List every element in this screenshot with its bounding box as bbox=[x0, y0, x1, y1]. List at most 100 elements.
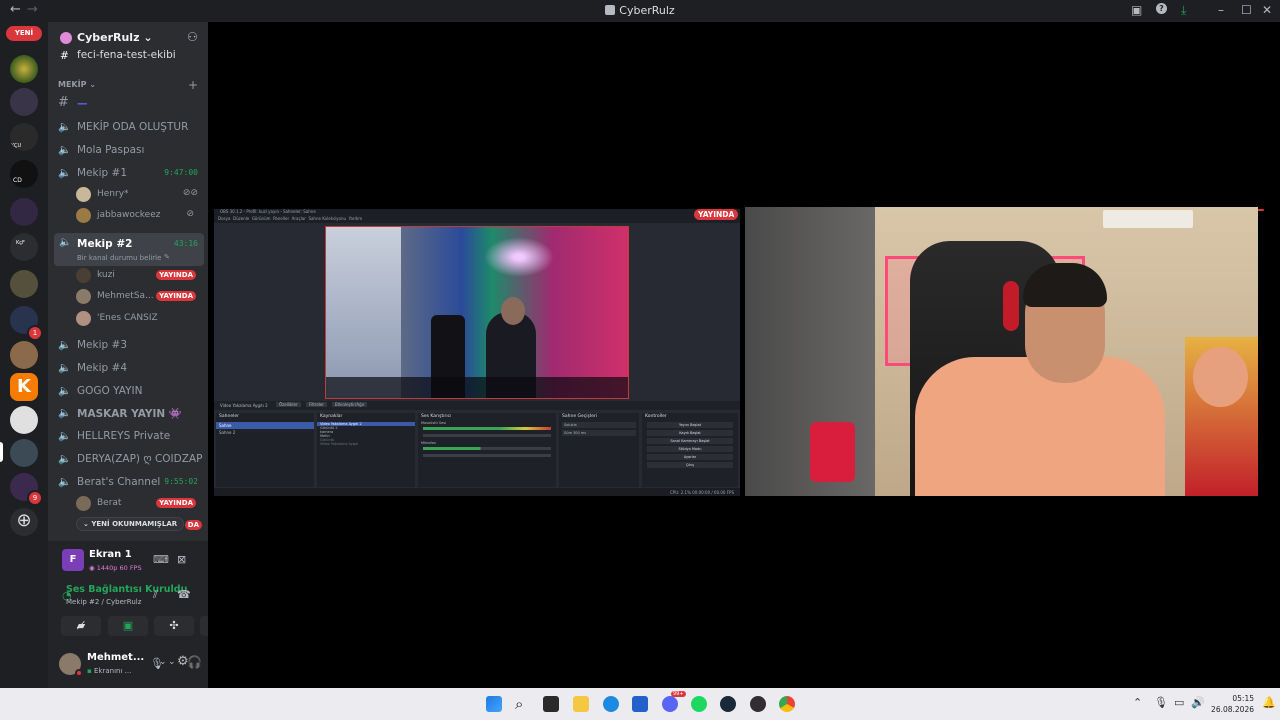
steam-icon[interactable] bbox=[720, 696, 736, 712]
file-explorer-icon[interactable] bbox=[573, 696, 589, 712]
wardrobe bbox=[326, 227, 401, 398]
status-dot bbox=[75, 669, 83, 677]
person-hair bbox=[1023, 263, 1107, 307]
live-badge-partial: DA bbox=[184, 520, 202, 530]
voice-user[interactable]: Berat YAYINDA bbox=[76, 494, 202, 513]
voice-channel[interactable]: 🔈 Mekip #1 9:47:00 bbox=[56, 163, 202, 183]
text-channel[interactable]: # — bbox=[56, 94, 202, 114]
chevron-down-icon[interactable]: ⌄ bbox=[159, 657, 167, 667]
server-icon[interactable] bbox=[10, 406, 38, 434]
voice-channel[interactable]: 🔈 Berat's Channel 9:55:02 bbox=[56, 472, 202, 492]
screen-share-button[interactable]: ▣ bbox=[108, 616, 148, 636]
chevron-up-icon[interactable]: ⌃ bbox=[1133, 696, 1142, 709]
maximize-icon[interactable]: ☐ bbox=[1241, 3, 1252, 17]
obs-icon[interactable] bbox=[750, 696, 766, 712]
chevron-down-icon: ⌄ bbox=[89, 80, 96, 89]
camera-off-button[interactable]: ▰̸ bbox=[61, 616, 101, 636]
server-icon[interactable] bbox=[10, 88, 38, 116]
light-garland bbox=[484, 237, 554, 277]
voice-user[interactable]: kuzi YAYINDA bbox=[76, 266, 202, 285]
channel-partial[interactable]: # feci-fena-test-ekibi bbox=[56, 48, 202, 62]
user-status: ▪ Ekranını ... bbox=[87, 667, 132, 675]
volume-slider[interactable] bbox=[423, 454, 551, 457]
voice-channel-selected[interactable]: 🔈 Mekip #2 43:16 Bir kanal durumu belirl… bbox=[54, 233, 204, 266]
obs-dock-mixer: Ses Karıştırıcı Masaüstü Sesi Mikrofon bbox=[418, 413, 556, 487]
add-channel-icon[interactable]: + bbox=[188, 78, 198, 92]
network-icon[interactable]: ▭ bbox=[1174, 696, 1184, 709]
chrome-icon[interactable] bbox=[779, 696, 795, 712]
category-header[interactable]: MEKİP ⌄ bbox=[58, 80, 96, 89]
help-icon[interactable]: ? bbox=[1156, 3, 1167, 14]
window-titlebar: ← → CyberRulz ▣ ? ⤓ – ☐ ✕ bbox=[0, 0, 1280, 22]
camera-off-icon: ▰̸ bbox=[76, 619, 86, 632]
chevron-down-icon: ⌄ bbox=[143, 31, 153, 44]
new-pill[interactable]: YENİ bbox=[6, 26, 42, 41]
server-icon[interactable] bbox=[10, 341, 38, 369]
add-friend-icon[interactable]: ⚇ bbox=[187, 30, 198, 44]
speaker-icon: 🔈 bbox=[58, 362, 72, 374]
notifications-icon[interactable]: 🔔 bbox=[1262, 696, 1276, 709]
stream-panel: F Ekran 1 ◉ 1440p 60 FPS ⌨ ⊠ bbox=[53, 545, 203, 579]
stream-tile-obs[interactable]: OBS 30.1.2 - Profil: kuzi yayın - Sahnel… bbox=[214, 209, 740, 496]
voice-user[interactable]: MehmetSa... YAYINDA bbox=[76, 287, 202, 306]
settings-gear-icon[interactable]: ⚙ bbox=[177, 654, 189, 669]
selected-server-indicator bbox=[0, 442, 3, 462]
inbox-icon[interactable]: ▣ bbox=[1131, 3, 1142, 17]
server-icon[interactable]: KÇU bbox=[10, 123, 38, 151]
voice-channel[interactable]: 🔈 MEKİP ODA OLUŞTUR bbox=[56, 117, 202, 137]
speaker-icon: 🔈 bbox=[59, 237, 72, 248]
stream-tile-webcam[interactable] bbox=[745, 207, 1258, 496]
voice-user[interactable]: jabbawockeez ⊘ bbox=[76, 206, 202, 225]
voice-channel[interactable]: 🔈 Mola Paspası bbox=[56, 140, 202, 160]
avatar bbox=[76, 496, 91, 511]
voice-channel[interactable]: 🔈 Mekip #3 bbox=[56, 335, 202, 355]
server-icon[interactable]: KçF bbox=[10, 233, 38, 261]
voice-channel[interactable]: 🔈 DERYA(ZAP) ღ COIDZAP bbox=[56, 449, 202, 469]
noise-suppression-icon[interactable]: ⫽ bbox=[153, 588, 158, 602]
spotify-icon[interactable] bbox=[691, 696, 707, 712]
server-icon[interactable] bbox=[10, 439, 38, 467]
gamepad-icon[interactable]: ⌨ bbox=[153, 553, 169, 566]
headphones-icon[interactable]: 🎧 bbox=[187, 655, 202, 669]
activities-button[interactable]: ✣ bbox=[154, 616, 194, 636]
voice-user[interactable]: Henry* ⊘⊘ bbox=[76, 185, 202, 204]
minimize-icon[interactable]: – bbox=[1218, 3, 1224, 17]
server-icon[interactable]: CD bbox=[10, 160, 38, 188]
server-rail: YENİ KÇU CD KçF 1 K 9 ⊕ bbox=[0, 22, 48, 688]
stop-stream-icon[interactable]: ⊠ bbox=[177, 553, 186, 566]
person-shirt bbox=[915, 357, 1165, 496]
clock[interactable]: 05:15 26.08.2026 bbox=[1210, 693, 1254, 715]
volume-icon[interactable]: 🔊 bbox=[1191, 696, 1205, 709]
edge-icon[interactable] bbox=[603, 696, 619, 712]
store-icon[interactable] bbox=[632, 696, 648, 712]
disconnect-icon[interactable]: ☎ bbox=[177, 588, 191, 601]
search-icon[interactable]: ⌕ bbox=[515, 696, 531, 712]
server-icon[interactable] bbox=[10, 270, 38, 298]
microphone-icon[interactable]: 🎙 bbox=[1154, 696, 1168, 709]
obs-titlebar: OBS 30.1.2 - Profil: kuzi yayın - Sahnel… bbox=[214, 209, 740, 216]
add-server-icon[interactable]: ⊕ bbox=[10, 508, 38, 536]
task-view-icon[interactable] bbox=[543, 696, 559, 712]
server-icon[interactable]: K bbox=[10, 373, 38, 401]
speaker-icon: 🔈 bbox=[58, 385, 72, 397]
start-icon[interactable] bbox=[486, 696, 502, 712]
volume-slider[interactable] bbox=[423, 434, 551, 437]
air-conditioner bbox=[1103, 210, 1193, 228]
avatar bbox=[76, 187, 91, 202]
new-unreads-pill[interactable]: ⌄ YENİ OKUNMAMIŞLAR bbox=[76, 517, 185, 531]
voice-channel[interactable]: 🔈 GOGO YAYIN bbox=[56, 381, 202, 401]
speaker-icon: 🔈 bbox=[58, 430, 72, 442]
activities-icon: ✣ bbox=[169, 619, 179, 632]
chevron-down-icon[interactable]: ⌄ bbox=[168, 657, 176, 667]
server-icon[interactable] bbox=[10, 55, 38, 83]
server-icon[interactable] bbox=[10, 198, 38, 226]
live-badge-partial bbox=[1258, 209, 1264, 211]
voice-user[interactable]: 'Enes CANSIZ bbox=[76, 309, 202, 328]
discord-icon[interactable] bbox=[662, 696, 678, 712]
close-icon[interactable]: ✕ bbox=[1262, 3, 1272, 17]
voice-channel[interactable]: 🔈 Mekip #4 bbox=[56, 358, 202, 378]
download-icon[interactable]: ⤓ bbox=[1181, 3, 1186, 18]
voice-channel[interactable]: 🔈 HELLREYS Private bbox=[56, 426, 202, 446]
voice-channel[interactable]: 🔈 MASKAR YAYIN 👾 bbox=[56, 403, 202, 423]
avatar bbox=[76, 311, 91, 326]
